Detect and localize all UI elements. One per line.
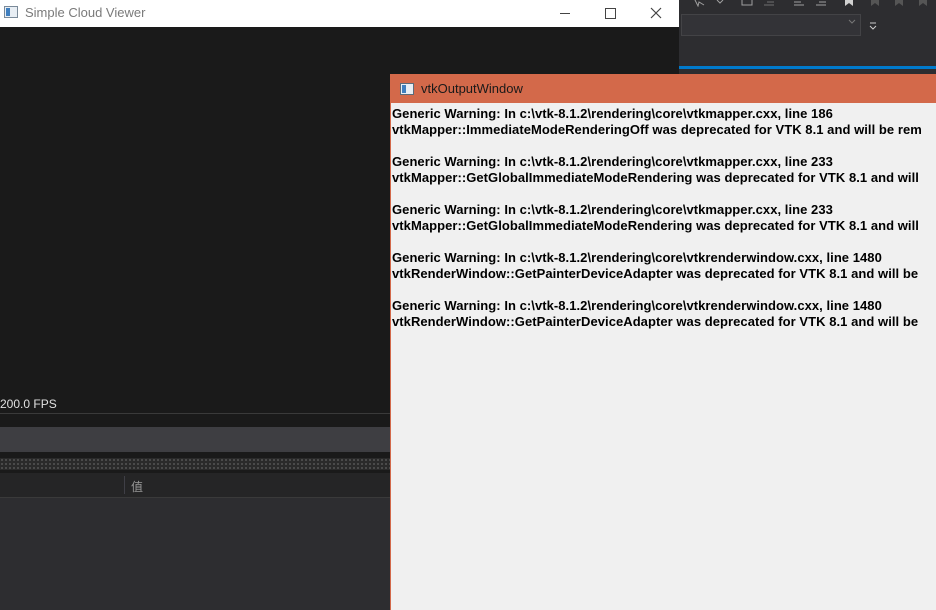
close-button[interactable] bbox=[633, 0, 679, 27]
column-separator[interactable] bbox=[124, 476, 125, 494]
bookmark-clear-icon[interactable] bbox=[917, 0, 929, 7]
toolbar-combo[interactable] bbox=[681, 14, 861, 36]
vtk-output-window: vtkOutputWindow Generic Warning: In c:\v… bbox=[390, 74, 936, 610]
warning-text: vtkRenderWindow::GetPainterDeviceAdapter… bbox=[392, 266, 919, 281]
align-right-icon[interactable] bbox=[815, 0, 827, 7]
output-text-area[interactable]: Generic Warning: In c:\vtk-8.1.2\renderi… bbox=[392, 106, 936, 606]
comment-icon[interactable] bbox=[741, 0, 753, 7]
warning-location: Generic Warning: In c:\vtk-8.1.2\renderi… bbox=[392, 202, 833, 217]
chevron-down-icon[interactable] bbox=[715, 0, 725, 7]
warning-text: vtkRenderWindow::GetPainterDeviceAdapter… bbox=[392, 314, 919, 329]
warning-message: Generic Warning: In c:\vtk-8.1.2\renderi… bbox=[392, 202, 936, 234]
warning-message: Generic Warning: In c:\vtk-8.1.2\renderi… bbox=[392, 250, 936, 282]
maximize-button[interactable] bbox=[587, 0, 633, 27]
warning-location: Generic Warning: In c:\vtk-8.1.2\renderi… bbox=[392, 250, 882, 265]
warning-location: Generic Warning: In c:\vtk-8.1.2\renderi… bbox=[392, 298, 882, 313]
viewer-titlebar[interactable]: Simple Cloud Viewer bbox=[0, 0, 679, 27]
dropdown-arrow-icon[interactable] bbox=[868, 22, 878, 32]
chevron-down-icon bbox=[848, 19, 856, 24]
warning-message: Generic Warning: In c:\vtk-8.1.2\renderi… bbox=[392, 298, 936, 330]
minimize-button[interactable] bbox=[542, 0, 588, 27]
app-window-icon bbox=[400, 83, 414, 95]
warning-location: Generic Warning: In c:\vtk-8.1.2\renderi… bbox=[392, 154, 833, 169]
value-column-header: 值 bbox=[131, 480, 144, 494]
app-window-icon bbox=[4, 6, 18, 18]
indent-icon[interactable] bbox=[763, 0, 775, 7]
bookmark-prev-icon[interactable] bbox=[869, 0, 881, 7]
toolbar-icon[interactable] bbox=[693, 0, 705, 7]
vtk-window-title: vtkOutputWindow bbox=[421, 81, 523, 96]
maximize-icon bbox=[604, 7, 616, 19]
warning-text: vtkMapper::ImmediateModeRenderingOff was… bbox=[392, 122, 922, 137]
accent-bar bbox=[679, 66, 936, 69]
bookmark-icon[interactable] bbox=[843, 0, 855, 7]
close-icon bbox=[650, 7, 662, 19]
viewer-title: Simple Cloud Viewer bbox=[25, 5, 146, 20]
warning-message: Generic Warning: In c:\vtk-8.1.2\renderi… bbox=[392, 106, 936, 138]
minimize-icon bbox=[560, 12, 570, 14]
bookmark-next-icon[interactable] bbox=[893, 0, 905, 7]
warning-location: Generic Warning: In c:\vtk-8.1.2\renderi… bbox=[392, 106, 833, 121]
warning-text: vtkMapper::GetGlobalImmediateModeRenderi… bbox=[392, 218, 919, 233]
warning-message: Generic Warning: In c:\vtk-8.1.2\renderi… bbox=[392, 154, 936, 186]
toolbar-row bbox=[679, 0, 936, 10]
fps-counter: 200.0 FPS bbox=[0, 397, 57, 411]
warning-text: vtkMapper::GetGlobalImmediateModeRenderi… bbox=[392, 170, 919, 185]
ide-toolbar-background bbox=[679, 0, 936, 74]
vtk-titlebar[interactable]: vtkOutputWindow bbox=[391, 74, 936, 103]
align-left-icon[interactable] bbox=[793, 0, 805, 7]
